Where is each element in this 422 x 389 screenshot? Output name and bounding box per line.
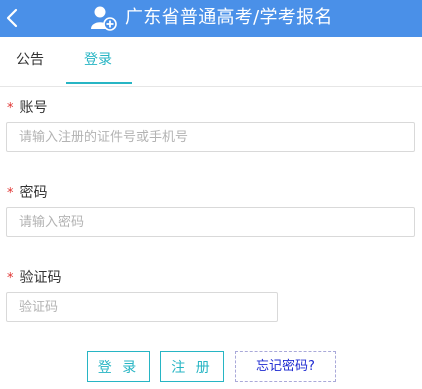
- captcha-label-text: 验证码: [19, 270, 62, 286]
- password-label-text: 密码: [19, 185, 48, 201]
- tab-bar: 公告 登录: [0, 37, 422, 87]
- tab-login[interactable]: 登录: [84, 51, 112, 69]
- account-input[interactable]: [6, 122, 415, 152]
- required-mark: *: [7, 271, 14, 286]
- page-title: 广东省普通高考/学考报名: [125, 7, 333, 28]
- required-mark: *: [7, 186, 14, 201]
- captcha-label: * 验证码: [7, 269, 62, 288]
- captcha-input[interactable]: [6, 292, 278, 322]
- app-header: 广东省普通高考/学考报名: [0, 0, 422, 37]
- forgot-password-button[interactable]: 忘记密码?: [235, 351, 336, 382]
- active-tab-indicator: [66, 82, 132, 84]
- login-button[interactable]: 登 录: [87, 351, 150, 382]
- tab-notice[interactable]: 公告: [16, 51, 44, 69]
- account-label: * 账号: [7, 99, 48, 118]
- password-input[interactable]: [6, 207, 415, 237]
- register-button[interactable]: 注 册: [160, 351, 224, 382]
- password-label: * 密码: [7, 184, 48, 203]
- account-label-text: 账号: [19, 100, 48, 116]
- required-mark: *: [7, 101, 14, 116]
- user-add-icon: [90, 5, 118, 31]
- chevron-left-icon[interactable]: [4, 7, 20, 29]
